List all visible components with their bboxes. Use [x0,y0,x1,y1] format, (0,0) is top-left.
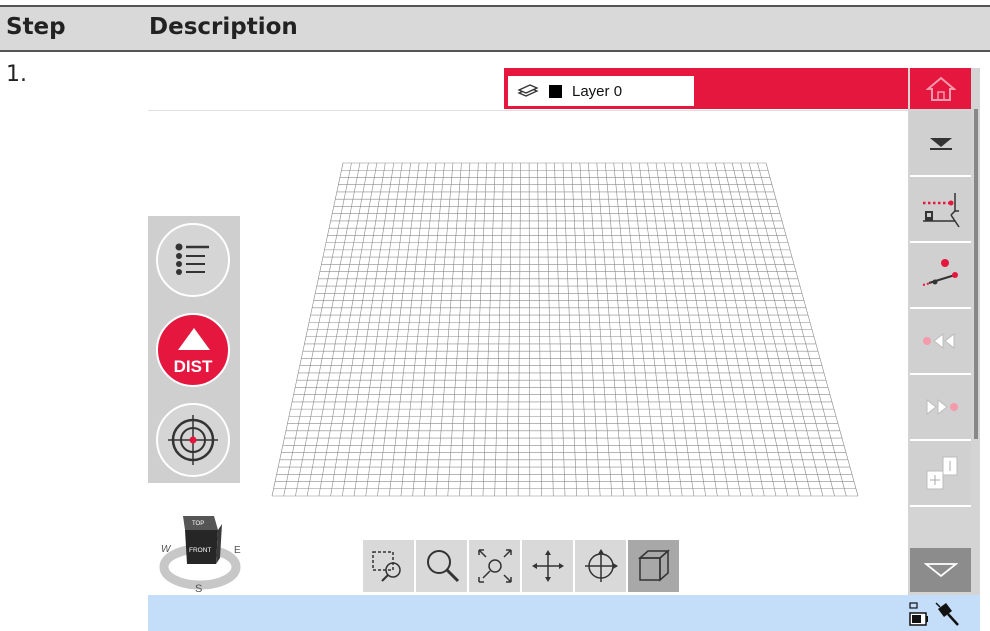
layer-measure-icon [922,193,960,228]
chevron-down-icon [923,563,958,578]
forward-icon [926,398,958,416]
rewind-icon [922,332,954,350]
header-step: Step [6,14,66,40]
dropdown-arrow-icon [929,138,952,150]
rewind-button[interactable] [910,309,971,375]
compass-west: W [161,544,172,555]
split-button[interactable] [910,441,971,507]
triangle-up-icon [178,328,210,350]
target-button[interactable] [156,403,230,477]
device-screen: Layer 0 DIST TOP FRONT W E S [148,68,980,631]
crosshair-icon [168,415,218,465]
orbit-icon [584,549,618,582]
zoom-icon [426,550,459,583]
right-toolbar [908,68,980,596]
pan-icon [531,550,564,582]
zoom-extents-button[interactable] [469,540,520,592]
3d-grid-plane[interactable] [148,68,908,596]
3d-box-button[interactable] [628,540,679,592]
forward-button[interactable] [910,375,971,441]
scroll-down-button[interactable] [910,548,971,592]
header-description: Description [149,14,298,40]
3d-box-icon [637,549,670,582]
dist-label: DIST [173,357,213,376]
split-icon [926,456,957,490]
zoom-button[interactable] [416,540,467,592]
right-scrollbar[interactable] [974,109,978,439]
view-toolbar [363,540,681,592]
dropdown-button[interactable] [910,111,971,177]
list-button[interactable] [156,223,230,297]
left-panel: DIST [148,216,240,483]
step-number: 1. [6,62,27,87]
compass-east: E [234,545,241,556]
zoom-window-icon [371,551,401,582]
orbit-button[interactable] [575,540,626,592]
compass-south: S [195,583,202,595]
dist-button[interactable]: DIST [156,313,230,387]
layer-measure-button[interactable] [910,177,971,243]
zoom-window-button[interactable] [363,540,414,592]
cube-top-label: TOP [192,521,204,527]
navigation-cube[interactable]: TOP FRONT W E S [156,512,256,596]
table-header-rule [0,50,990,52]
battery-icon [909,602,928,626]
pan-button[interactable] [522,540,573,592]
home-button[interactable] [910,68,971,109]
list-icon [175,243,209,275]
plug-icon [935,602,959,626]
status-bar [148,595,980,631]
point-line-button[interactable] [910,243,971,309]
cube-front-label: FRONT [189,547,211,554]
home-icon [925,76,956,101]
point-line-icon [922,259,958,286]
zoom-extents-icon [477,549,512,583]
